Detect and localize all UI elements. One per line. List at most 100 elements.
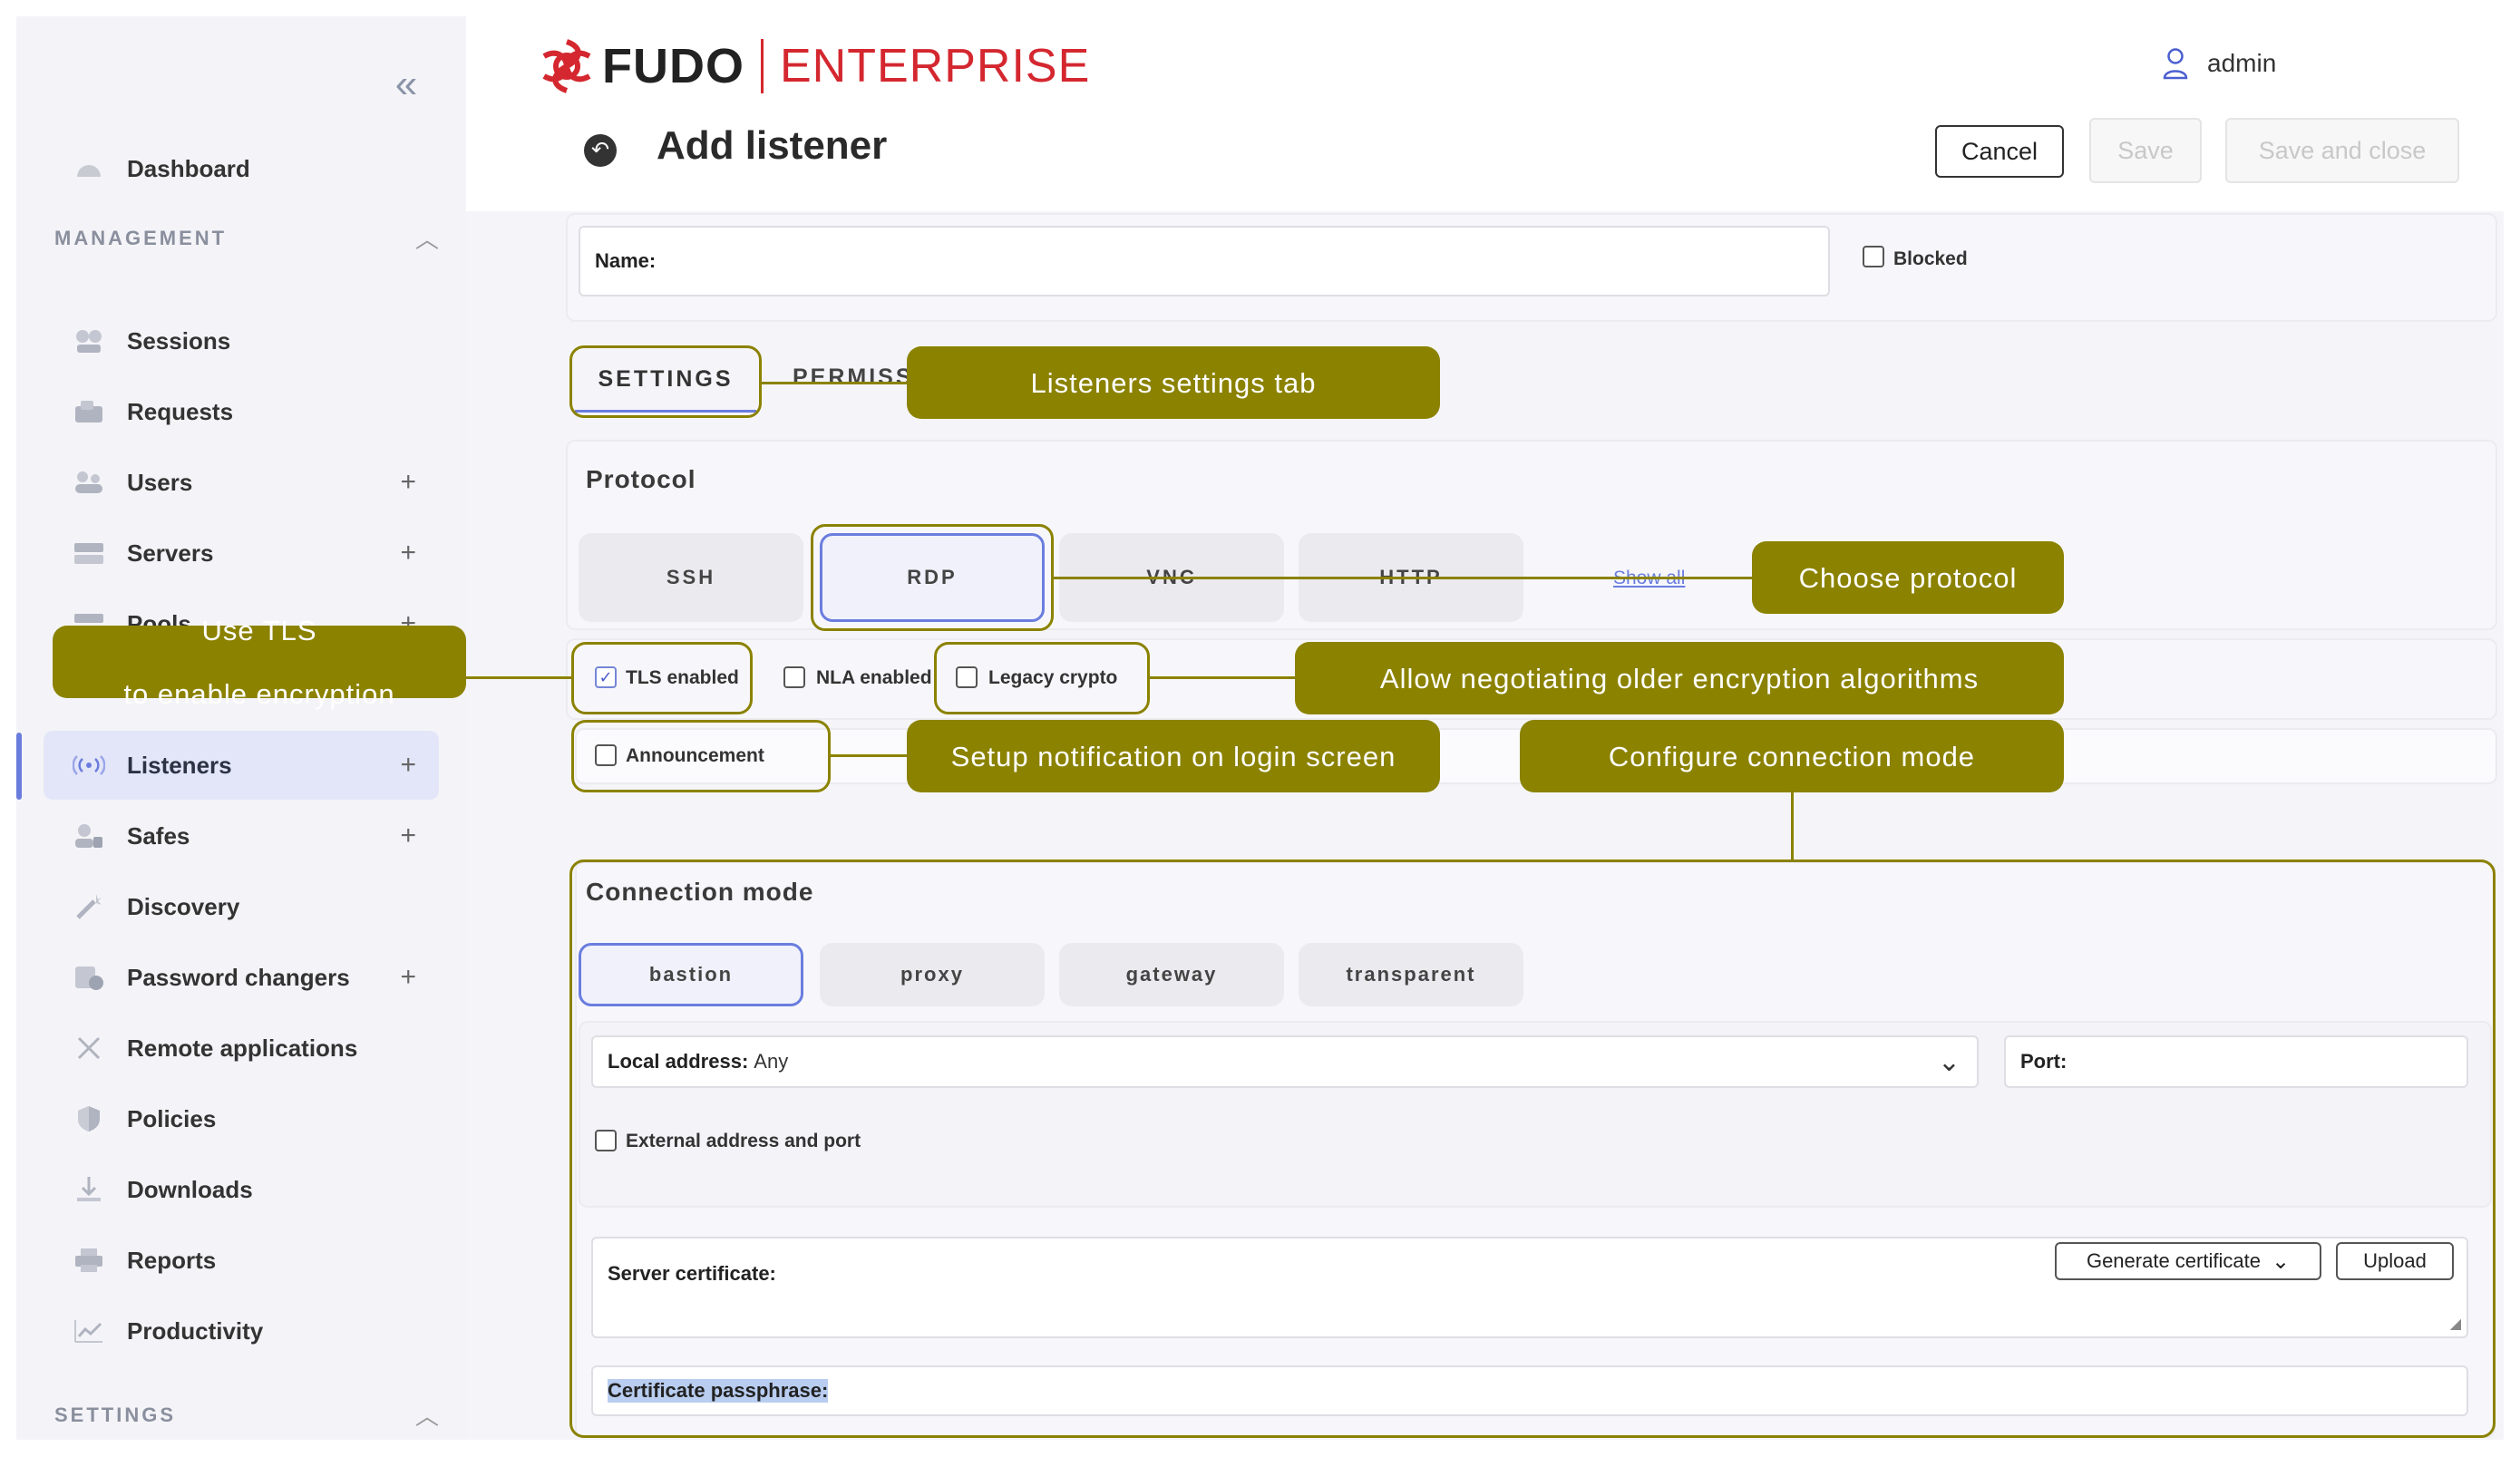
sidebar-item-label: Servers <box>127 539 214 567</box>
productivity-icon <box>71 1313 107 1349</box>
add-user-button[interactable]: + <box>400 467 416 498</box>
sidebar-item-label: Listeners <box>127 751 232 779</box>
logo: FUDO ENTERPRISE <box>539 36 1090 96</box>
blocked-checkbox[interactable] <box>1863 246 1884 267</box>
password-changers-icon <box>71 959 107 996</box>
user-menu[interactable]: admin <box>2162 47 2276 80</box>
dashboard-icon <box>71 151 107 187</box>
sidebar-item-policies[interactable]: Policies <box>44 1084 439 1153</box>
tab-permissions[interactable]: PERMISSI <box>793 364 922 391</box>
sidebar-item-requests[interactable]: Requests <box>44 377 439 446</box>
mode-proxy-button[interactable]: proxy <box>820 943 1045 1006</box>
settings-tab-connector <box>762 382 907 384</box>
connection-mode-title: Connection mode <box>586 878 814 906</box>
legacy-highlight <box>934 642 1150 714</box>
logo-separator <box>760 39 764 93</box>
callout-connection-mode: Configure connection mode <box>1520 720 2064 792</box>
mode-gateway-button[interactable]: gateway <box>1059 943 1284 1006</box>
sidebar: « Dashboard MANAGEMENT ︿ Sessions Reques… <box>16 16 466 1440</box>
local-address-select[interactable]: Local address: Any ⌄ <box>591 1035 1979 1088</box>
collapse-sidebar-icon[interactable]: « <box>384 62 429 107</box>
chevron-up-icon[interactable]: ︿ <box>415 1398 439 1432</box>
mode-bastion-button[interactable]: bastion <box>579 943 803 1006</box>
sidebar-item-label: Safes <box>127 821 190 850</box>
server-certificate-label: Server certificate: <box>608 1262 776 1285</box>
sidebar-item-label: Discovery <box>127 892 240 920</box>
main-content: FUDO ENTERPRISE admin ↶ Add listener Can… <box>457 16 2504 1440</box>
tls-connector <box>457 676 571 679</box>
upload-button[interactable]: Upload <box>2336 1242 2454 1280</box>
sidebar-item-sessions[interactable]: Sessions <box>44 306 439 375</box>
sidebar-item-servers[interactable]: Servers + <box>44 519 439 588</box>
mode-transparent-button[interactable]: transparent <box>1299 943 1523 1006</box>
sidebar-item-discovery[interactable]: Discovery <box>44 872 439 941</box>
name-field[interactable]: Name: <box>579 226 1830 296</box>
save-and-close-button[interactable]: Save and close <box>2225 118 2459 183</box>
settings-tab-highlight <box>569 345 762 418</box>
sidebar-item-label: Dashboard <box>127 154 250 182</box>
external-address-label: External address and port <box>626 1131 861 1151</box>
reports-icon <box>71 1242 107 1278</box>
sidebar-item-label: Password changers <box>127 963 350 991</box>
sidebar-item-downloads[interactable]: Downloads <box>44 1155 439 1224</box>
callout-announcement: Setup notification on login screen <box>907 720 1440 792</box>
downloads-icon <box>71 1171 107 1208</box>
blocked-label: Blocked <box>1893 248 1968 269</box>
sidebar-item-safes[interactable]: Safes + <box>44 801 439 870</box>
servers-icon <box>71 535 107 571</box>
sidebar-item-password-changers[interactable]: Password changers + <box>44 943 439 1012</box>
user-icon <box>2163 48 2188 80</box>
logo-fudo-text: FUDO <box>602 39 744 93</box>
sessions-icon <box>71 323 107 359</box>
top-bar: FUDO ENTERPRISE admin ↶ Add listener Can… <box>466 16 2504 211</box>
app-frame: « Dashboard MANAGEMENT ︿ Sessions Reques… <box>16 16 2504 1440</box>
sidebar-item-listeners[interactable]: Listeners + <box>44 731 439 800</box>
legacy-connector <box>1150 676 1295 679</box>
sidebar-item-label: Users <box>127 468 193 496</box>
settings-section-label: SETTINGS <box>54 1404 177 1426</box>
sidebar-item-dashboard[interactable]: Dashboard <box>44 134 439 203</box>
nla-checkbox[interactable] <box>783 666 805 688</box>
generate-certificate-label: Generate certificate <box>2086 1249 2261 1272</box>
protocol-ssh-button[interactable]: SSH <box>579 533 803 622</box>
protocol-title: Protocol <box>586 465 696 493</box>
sidebar-item-label: Remote applications <box>127 1034 358 1062</box>
save-button[interactable]: Save <box>2089 118 2202 183</box>
chevron-up-icon[interactable]: ︿ <box>415 221 439 255</box>
listeners-icon <box>71 747 107 783</box>
generate-certificate-dropdown[interactable]: Generate certificate ⌄ <box>2055 1242 2321 1280</box>
external-address-checkbox[interactable] <box>595 1130 617 1151</box>
add-listener-button[interactable]: + <box>400 750 416 781</box>
add-password-changer-button[interactable]: + <box>400 962 416 993</box>
sidebar-item-reports[interactable]: Reports <box>44 1226 439 1295</box>
announcement-highlight <box>571 720 831 792</box>
sidebar-item-label: Productivity <box>127 1316 264 1345</box>
certificate-passphrase-field[interactable]: Certificate passphrase: <box>591 1365 2468 1416</box>
username: admin <box>2207 49 2277 77</box>
announcement-connector <box>831 754 907 757</box>
callout-protocol: Choose protocol <box>1752 541 2064 614</box>
add-safe-button[interactable]: + <box>400 821 416 851</box>
active-indicator <box>16 733 22 800</box>
policies-icon <box>71 1101 107 1137</box>
back-arrow-icon[interactable]: ↶ <box>584 134 617 167</box>
local-address-value: Any <box>754 1050 789 1073</box>
sidebar-item-productivity[interactable]: Productivity <box>44 1297 439 1365</box>
logo-enterprise-text: ENTERPRISE <box>779 40 1091 92</box>
resize-handle-icon[interactable]: ◢ <box>2450 1315 2461 1333</box>
local-address-label: Local address: <box>608 1050 749 1073</box>
sidebar-item-remote-applications[interactable]: Remote applications <box>44 1014 439 1083</box>
management-section-label: MANAGEMENT <box>54 227 228 249</box>
add-server-button[interactable]: + <box>400 538 416 568</box>
certificate-passphrase-label: Certificate passphrase: <box>608 1379 829 1403</box>
sidebar-item-users[interactable]: Users + <box>44 448 439 517</box>
page-title: Add listener <box>657 123 888 168</box>
discovery-icon <box>71 889 107 925</box>
users-icon <box>71 464 107 500</box>
cancel-button[interactable]: Cancel <box>1935 125 2064 178</box>
tls-highlight <box>571 642 753 714</box>
port-field[interactable]: Port: <box>2004 1035 2468 1088</box>
connection-mode-connector <box>1791 792 1794 861</box>
sidebar-item-label: Sessions <box>127 326 231 355</box>
sidebar-item-label: Downloads <box>127 1175 253 1203</box>
